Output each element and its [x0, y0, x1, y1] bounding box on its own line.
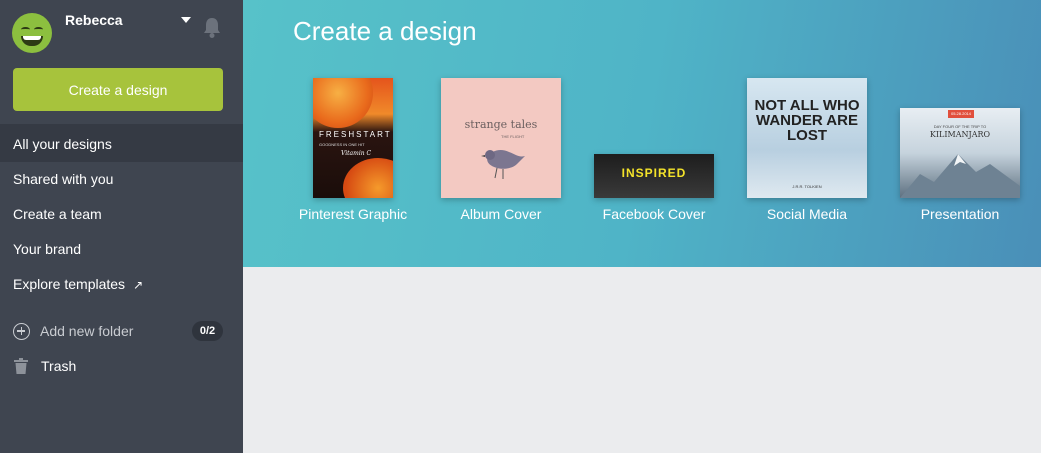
chevron-down-icon[interactable]	[181, 17, 191, 23]
create-design-button[interactable]: Create a design	[13, 68, 223, 111]
template-label[interactable]: Facebook Cover	[574, 206, 734, 222]
sidebar: Rebecca Create a design All your designs…	[0, 0, 258, 453]
template-label[interactable]: Presentation	[880, 206, 1040, 222]
plus-circle-icon	[13, 322, 30, 340]
avatar-eye	[34, 27, 43, 32]
thumbnail-text: strange tales	[464, 118, 538, 131]
trash-label: Trash	[41, 358, 77, 374]
thumbnail-text: INSPIRED	[621, 166, 687, 180]
bird-illustration	[481, 150, 525, 179]
template-thumbnail[interactable]: FRESHSTART GOODNESS IN ONE HIT Vitamin C	[313, 78, 393, 198]
mountain-illustration	[900, 154, 1020, 198]
template-label[interactable]: Pinterest Graphic	[273, 206, 433, 222]
avatar-mouth	[21, 36, 43, 46]
thumbnail-text: FRESHSTART	[319, 130, 392, 139]
orange-slice-image	[343, 158, 393, 198]
trash-icon	[14, 358, 28, 374]
template-thumbnail[interactable]: NOT ALL WHO WANDER ARE LOST J.R.R. TOLKI…	[747, 78, 867, 198]
user-profile[interactable]: Rebecca	[0, 0, 243, 60]
nav-item-shared-with-you[interactable]: Shared with you	[13, 169, 113, 189]
page-title: Create a design	[293, 16, 477, 46]
nav-item-your-brand[interactable]: Your brand	[13, 239, 81, 259]
username[interactable]: Rebecca	[65, 12, 123, 28]
external-link-icon: ↗	[133, 278, 144, 292]
trash-button[interactable]: Trash	[13, 356, 76, 376]
thumbnail-text: NOT ALL WHO WANDER ARE LOST	[754, 97, 860, 144]
template-thumbnail[interactable]: INSPIRED	[594, 154, 714, 198]
nav-item-create-team[interactable]: Create a team	[13, 204, 102, 224]
template-thumbnail[interactable]: strange tales THE FLIGHT	[441, 78, 561, 198]
template-thumbnail[interactable]: 05.28.2014 DAY FOUR OF THE TRIP TO KILIM…	[900, 108, 1020, 198]
thumbnail-text: Vitamin C	[341, 150, 372, 157]
folder-count-badge: 0/2	[192, 321, 223, 341]
orange-slice-image	[313, 78, 373, 128]
nav-item-explore-templates[interactable]: Explore templates ↗	[13, 274, 143, 294]
thumbnail-text: 05.28.2014	[948, 110, 974, 118]
thumbnail-text: KILIMANJARO	[929, 130, 991, 139]
avatar-eye	[21, 27, 30, 32]
nav-item-all-designs[interactable]: All your designs	[13, 134, 112, 154]
template-label[interactable]: Social Media	[727, 206, 887, 222]
thumbnail-text: DAY FOUR OF THE TRIP TO	[933, 124, 987, 129]
thumbnail-text: J.R.R. TOLKIEN	[792, 184, 822, 189]
template-label[interactable]: Album Cover	[421, 206, 581, 222]
add-folder-label: Add new folder	[40, 323, 134, 339]
avatar[interactable]	[12, 13, 52, 53]
bell-icon[interactable]	[202, 17, 222, 39]
thumbnail-text: GOODNESS IN ONE HIT	[319, 142, 365, 147]
add-folder-button[interactable]: Add new folder	[13, 321, 133, 341]
nav-item-label: Explore templates	[13, 276, 126, 292]
create-design-panel: Create a design FRESHSTART GOODNESS IN O…	[243, 0, 1041, 267]
